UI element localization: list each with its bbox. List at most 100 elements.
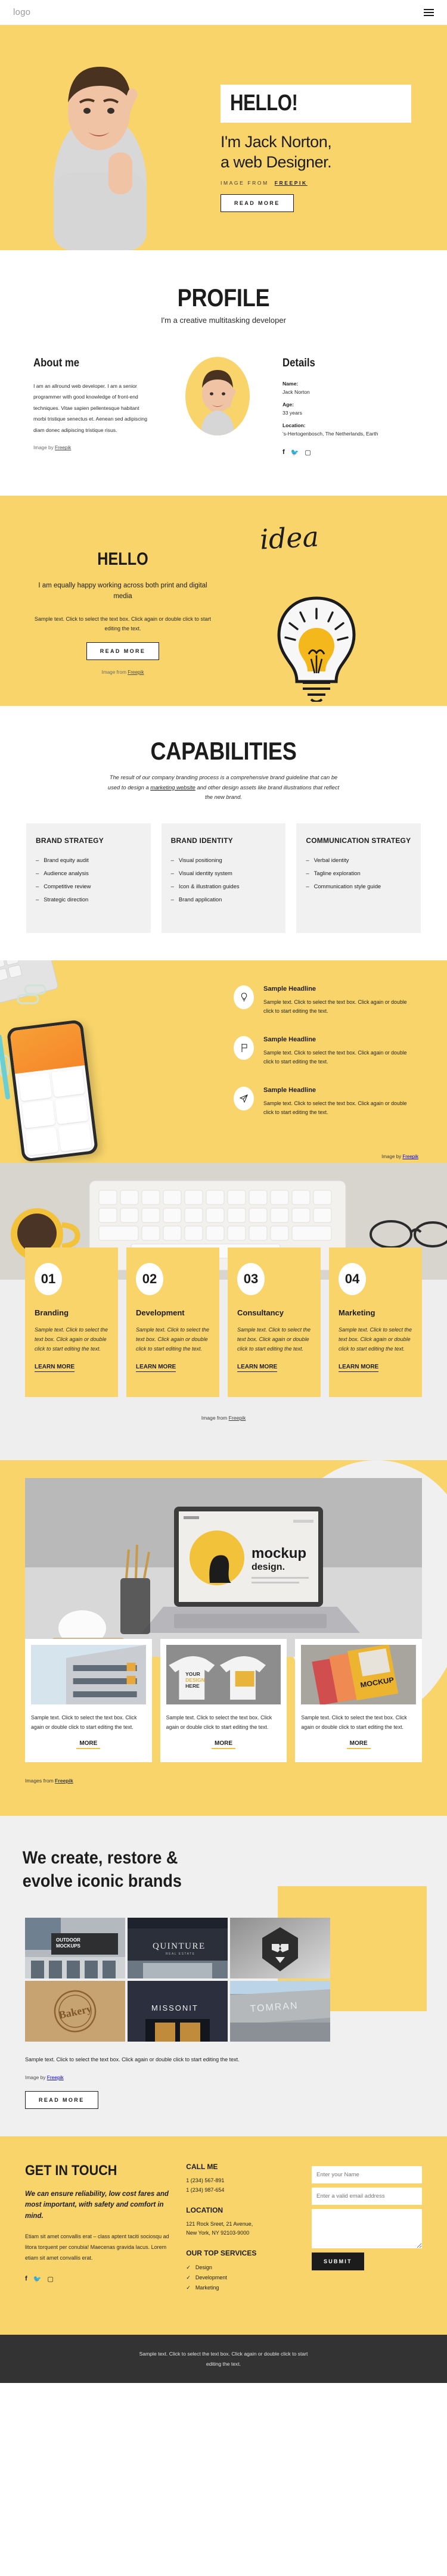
service-title-2: Consultancy (237, 1308, 284, 1318)
feature-row: Sample Headline Sample text. Click to se… (234, 985, 418, 1016)
contact-body: Etiam sit amet convallis erat – class ap… (25, 2233, 169, 2261)
service-number-0: 01 (35, 1263, 62, 1296)
facebook-icon[interactable]: f (25, 2275, 27, 2283)
check-icon: ✓ (186, 2275, 191, 2281)
service-learn-more-3[interactable]: LEARN MORE (339, 1364, 379, 1372)
hero-portrait-photo (54, 67, 147, 250)
instagram-icon[interactable]: ▢ (305, 449, 311, 456)
email-input[interactable] (312, 2188, 422, 2205)
svg-text:OUTDOOR: OUTDOOR (56, 1937, 80, 1943)
dash-icon: – (36, 896, 39, 903)
details-heading: Details (282, 357, 315, 369)
profile-subtitle: I'm a creative multitasking developer (161, 316, 286, 325)
flyer-mockup-photo: MOCKUP (301, 1644, 417, 1704)
submit-button[interactable]: SUBMIT (312, 2253, 364, 2271)
about-me-body: I am an allround web developer. I am a s… (33, 383, 148, 433)
capabilities-title: CAPABILITIES (150, 737, 297, 766)
twitter-icon[interactable]: 🐦 (291, 449, 299, 456)
contact-section: GET IN TOUCH We can ensure reliability, … (0, 2136, 447, 2335)
contact-services-block: OUR TOP SERVICES ✓ Design ✓ Development ✓ M… (186, 2249, 299, 2293)
phone-mockup-photo (0, 960, 179, 1163)
dash-icon: – (36, 883, 39, 890)
marketing-website-link[interactable]: marketing website (150, 784, 195, 791)
idea-heading: HELLO (97, 549, 148, 569)
details-column: Details Name: Jack Norton Age: 33 years … (283, 357, 414, 456)
service-title-3: Marketing (339, 1308, 375, 1318)
flag-outline-icon (234, 1036, 254, 1060)
hero-credit-prefix: IMAGE FROM (221, 179, 269, 186)
idea-handwritten-word: idea (259, 520, 320, 556)
hero-subtitle: I'm Jack Norton, a web Designer. (221, 132, 423, 173)
hamburger-menu-icon[interactable] (424, 8, 434, 16)
capability-item: – Brand equity audit (36, 857, 89, 864)
brands-body: Sample text. Click to select the text bo… (25, 2056, 240, 2062)
capability-card-brand-strategy: BRAND STRATEGY – Brand equity audit – Audi… (26, 823, 151, 934)
idea-credit-prefix: Image from (101, 670, 126, 676)
capability-item: – Competitive review (36, 883, 91, 890)
features-credit-link[interactable]: Freepik (402, 1154, 418, 1159)
top-services-heading: OUR TOP SERVICES (186, 2249, 257, 2258)
feature-body-1: Sample text. Click to select the text bo… (263, 1050, 407, 1065)
dash-icon: – (170, 883, 174, 890)
capability-item: – Tagline exploration (306, 870, 361, 877)
lightbulb-outline-icon (234, 985, 254, 1010)
mockup-body-1: Sample text. Click to select the text bo… (166, 1714, 272, 1730)
hero-credit-link[interactable]: FREEPIK (275, 180, 308, 186)
profile-avatar-column (165, 357, 271, 435)
service-learn-more-2[interactable]: LEARN MORE (237, 1364, 278, 1372)
hero-subtitle-line2: a web Designer. (221, 153, 332, 171)
mockups-credit-link[interactable]: Freepik (55, 1778, 73, 1784)
feature-title-0: Sample Headline (263, 985, 316, 993)
facebook-icon[interactable]: f (283, 449, 285, 456)
contact-form: SUBMIT (312, 2163, 422, 2271)
mockups-section: mockup design. Sample text. Click to sel… (0, 1460, 447, 1816)
feature-body-0: Sample text. Click to select the text bo… (263, 999, 407, 1015)
smartphone-device (6, 1019, 99, 1163)
feature-row: Sample Headline Sample text. Click to se… (234, 1036, 418, 1066)
features-section: Sample Headline Sample text. Click to se… (0, 960, 447, 1163)
capabilities-section: CAPABILITIES The result of our company b… (0, 706, 447, 961)
mockup-more-2[interactable]: MORE (346, 1740, 371, 1750)
about-me-credit: Image by Freepik (33, 445, 153, 450)
service-card-marketing: 04 Marketing Sample text. Click to selec… (329, 1247, 422, 1397)
service-learn-more-1[interactable]: LEARN MORE (136, 1364, 176, 1372)
hero-read-more-button[interactable]: READ MORE (221, 194, 294, 212)
capability-item: – Strategic direction (36, 896, 89, 903)
instagram-icon[interactable]: ▢ (47, 2275, 53, 2283)
phone-1[interactable]: 1 (234) 567-891 (186, 2176, 299, 2186)
check-icon: ✓ (186, 2264, 191, 2271)
mockup-more-1[interactable]: MORE (212, 1740, 235, 1750)
name-input[interactable] (312, 2166, 422, 2184)
about-credit-link[interactable]: Freepik (55, 445, 71, 450)
phone-2[interactable]: 1 (234) 987-654 (186, 2186, 299, 2195)
mockup-more-0[interactable]: MORE (76, 1740, 101, 1750)
dash-icon: – (306, 870, 309, 877)
mockup-card-1: YOUR DESIGN HERE Sample text. Click to s… (160, 1638, 287, 1763)
profile-social-links: f 🐦 ▢ (283, 449, 414, 456)
lightbulb-icon (277, 596, 356, 702)
idea-credit-link[interactable]: Freepik (128, 670, 144, 675)
brands-heading-line2: evolve iconic brands (22, 1871, 182, 1891)
service-learn-more-0[interactable]: LEARN MORE (35, 1364, 75, 1372)
service-body-0: Sample text. Click to select the text bo… (35, 1327, 108, 1352)
services-credit-link[interactable]: Freepik (229, 1415, 246, 1421)
dash-icon: – (306, 883, 309, 890)
capability-title-1: BRAND IDENTITY (170, 836, 233, 845)
idea-lead: I am equally happy working across both p… (38, 582, 207, 601)
hero-section: HELLO! I'm Jack Norton, a web Designer. … (0, 25, 447, 250)
brands-read-more-button[interactable]: READ MORE (25, 2091, 98, 2110)
detail-field-age: Age: 33 years (283, 402, 414, 416)
detail-key-name: Name: (282, 381, 299, 387)
address-line-2: New York, NY 92103-9000 (186, 2230, 250, 2236)
services-section: 01 Branding Sample text. Click to select… (0, 1163, 447, 1460)
profile-title: PROFILE (177, 284, 270, 312)
mockup-card-0: Sample text. Click to select the text bo… (25, 1638, 152, 1763)
twitter-icon[interactable]: 🐦 (33, 2275, 42, 2283)
brands-credit-link[interactable]: Freepik (47, 2074, 64, 2080)
about-me-heading: About me (33, 357, 80, 369)
site-logo[interactable]: logo (13, 7, 30, 17)
message-textarea[interactable] (312, 2209, 422, 2249)
idea-read-more-button[interactable]: READ MORE (86, 642, 160, 661)
service-card-consultancy: 03 Consultancy Sample text. Click to sel… (228, 1247, 321, 1397)
dash-icon: – (170, 870, 174, 877)
